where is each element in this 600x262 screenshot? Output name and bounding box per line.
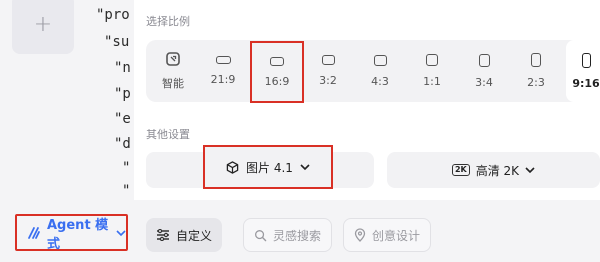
ratio-label: 智能 bbox=[162, 76, 184, 90]
ratio-1-1-icon bbox=[426, 54, 438, 66]
plus-icon: + bbox=[33, 11, 53, 37]
inspiration-search-button[interactable]: 灵感搜索 bbox=[243, 218, 333, 252]
agent-mode-button[interactable]: Agent 模式 bbox=[15, 214, 128, 252]
ratio-9-16-icon bbox=[581, 52, 591, 68]
ratio-label: 21:9 bbox=[210, 73, 236, 86]
ratio-option-smart[interactable]: 智能 bbox=[150, 40, 196, 102]
agent-icon bbox=[28, 226, 40, 239]
model-label: 图片 4.1 bbox=[246, 160, 293, 175]
agent-mode-label: Agent 模式 bbox=[47, 217, 109, 252]
aspect-section-title: 选择比例 bbox=[146, 15, 190, 28]
other-section-title: 其他设置 bbox=[146, 128, 190, 141]
ratio-label: 3:4 bbox=[475, 75, 493, 89]
quality-2k-icon: 2K bbox=[451, 164, 470, 176]
ratio-3-4-icon bbox=[478, 53, 490, 67]
ratio-label: 4:3 bbox=[371, 74, 389, 88]
custom-label: 自定义 bbox=[176, 228, 213, 243]
ratio-3-2-icon bbox=[321, 55, 335, 65]
code-line: "n bbox=[114, 60, 131, 76]
ratio-option-16-9[interactable]: 16:9 bbox=[250, 41, 304, 103]
smart-ratio-icon bbox=[166, 51, 180, 66]
ratio-option-2-3[interactable]: 2:3 bbox=[513, 40, 559, 102]
ratio-label: 9:16 bbox=[572, 76, 600, 90]
location-pin-icon bbox=[354, 228, 366, 242]
quality-select-button[interactable]: 2K 高清 2K bbox=[387, 152, 600, 188]
ratio-label: 1:1 bbox=[423, 75, 441, 88]
ratio-label: 3:2 bbox=[319, 74, 337, 87]
model-select-button[interactable]: 图片 4.1 bbox=[203, 145, 333, 189]
add-button[interactable]: + bbox=[12, 0, 74, 54]
code-line: "p bbox=[114, 86, 131, 102]
creative-design-button[interactable]: 创意设计 bbox=[343, 218, 432, 252]
ratio-21-9-icon bbox=[215, 56, 231, 64]
ratio-option-4-3[interactable]: 4:3 bbox=[357, 40, 403, 102]
ratio-2-3-icon bbox=[531, 53, 541, 67]
chevron-down-icon bbox=[525, 167, 535, 174]
sliders-icon bbox=[157, 229, 169, 241]
code-line: " bbox=[122, 160, 131, 176]
chevron-down-icon bbox=[300, 164, 310, 171]
ratio-16-9-icon bbox=[270, 56, 284, 66]
ratio-option-1-1[interactable]: 1:1 bbox=[409, 40, 455, 102]
cube-icon bbox=[226, 160, 239, 174]
inspiration-label: 灵感搜索 bbox=[273, 228, 322, 243]
ratio-option-21-9[interactable]: 21:9 bbox=[200, 40, 246, 102]
search-icon bbox=[255, 229, 267, 241]
code-line: "e bbox=[114, 111, 131, 127]
code-line: "pro bbox=[96, 7, 130, 23]
code-line: "d bbox=[114, 136, 131, 152]
chevron-down-icon bbox=[116, 229, 126, 236]
custom-button[interactable]: 自定义 bbox=[146, 218, 223, 252]
ratio-option-9-16[interactable]: 9:16 bbox=[566, 40, 600, 102]
ratio-option-3-4[interactable]: 3:4 bbox=[461, 40, 507, 102]
quality-label: 高清 2K bbox=[475, 163, 520, 178]
ratio-label: 2:3 bbox=[527, 76, 545, 89]
creative-label: 创意设计 bbox=[372, 228, 421, 243]
ratio-option-3-2[interactable]: 3:2 bbox=[305, 40, 351, 102]
code-line: " bbox=[122, 183, 131, 199]
ratio-label: 16:9 bbox=[264, 74, 290, 88]
ratio-4-3-icon bbox=[373, 54, 387, 66]
code-line: "su bbox=[104, 34, 130, 50]
